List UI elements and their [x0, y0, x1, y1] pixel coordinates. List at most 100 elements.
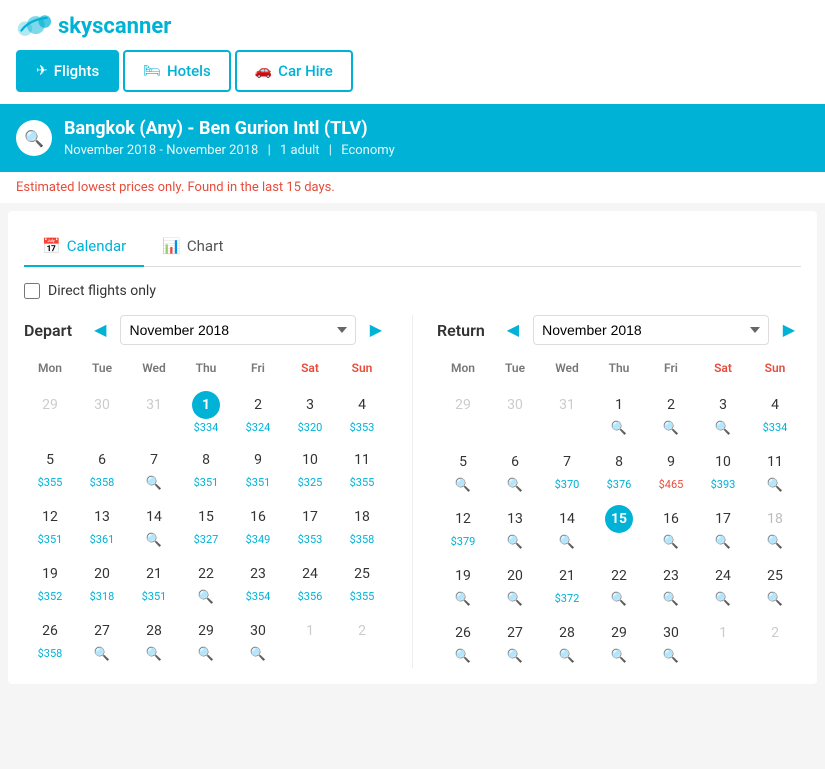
list-item[interactable]: 22🔍: [593, 554, 645, 611]
search-icon[interactable]: 🔍: [455, 592, 471, 607]
return-th-wed: Wed: [541, 357, 593, 383]
list-item[interactable]: 26🔍: [437, 611, 489, 668]
depart-prev-button[interactable]: ◀: [88, 318, 112, 342]
list-item[interactable]: 17🔍: [697, 497, 749, 554]
list-item[interactable]: 3🔍: [697, 383, 749, 440]
search-icon[interactable]: 🔍: [767, 478, 783, 493]
tab-flights[interactable]: ✈ Flights: [16, 50, 119, 92]
list-item[interactable]: 20🔍: [489, 554, 541, 611]
list-item[interactable]: 14 🔍: [541, 497, 593, 554]
day-number: 8: [605, 448, 633, 476]
list-item[interactable]: 14🔍: [128, 495, 180, 552]
view-tab-chart[interactable]: 📊 Chart: [144, 227, 241, 267]
list-item[interactable]: 7🔍: [128, 438, 180, 495]
search-icon[interactable]: 🔍: [198, 590, 214, 605]
depart-grid: Mon Tue Wed Thu Fri Sat Sun 2930311$3342…: [24, 357, 388, 666]
depart-th-sat: Sat: [284, 357, 336, 383]
view-tab-calendar[interactable]: 📅 Calendar: [24, 227, 144, 267]
day-price: $358: [350, 533, 375, 546]
list-item[interactable]: 1🔍: [593, 383, 645, 440]
search-icon[interactable]: 🔍: [611, 592, 627, 607]
search-icon[interactable]: 🔍: [198, 647, 214, 662]
list-item[interactable]: 27 🔍: [489, 611, 541, 668]
list-item[interactable]: 30🔍: [645, 611, 697, 668]
day-number: 23: [657, 562, 685, 590]
direct-flights-checkbox[interactable]: [24, 283, 40, 299]
search-travelers: 1: [280, 143, 287, 158]
search-icon[interactable]: 🔍: [611, 421, 627, 436]
list-item[interactable]: 23 🔍: [645, 554, 697, 611]
search-icon[interactable]: 🔍: [611, 649, 627, 664]
list-item[interactable]: 24🔍: [697, 554, 749, 611]
list-item: 5$355: [24, 438, 76, 495]
list-item[interactable]: 19🔍: [437, 554, 489, 611]
search-icon[interactable]: 🔍: [94, 647, 110, 662]
list-item: 8$376: [593, 440, 645, 497]
search-icon[interactable]: 🔍: [507, 649, 523, 664]
list-item[interactable]: 27🔍: [76, 609, 128, 666]
day-number: 13: [88, 503, 116, 531]
day-price: $356: [298, 590, 323, 603]
search-icon[interactable]: 🔍: [507, 535, 523, 550]
day-number: 7: [553, 448, 581, 476]
day-number: 4: [761, 391, 789, 419]
day-price: $351: [142, 590, 167, 603]
return-th-sat: Sat: [697, 357, 749, 383]
depart-next-button[interactable]: ▶: [364, 318, 388, 342]
search-icon[interactable]: 🔍: [663, 535, 679, 550]
search-icon[interactable]: 🔍: [715, 535, 731, 550]
return-month-select[interactable]: November 2018: [533, 315, 769, 345]
list-item[interactable]: 22🔍: [180, 552, 232, 609]
list-item: 3$320: [284, 383, 336, 438]
day-number: 24: [296, 560, 324, 588]
day-number: 10: [296, 446, 324, 474]
search-icon[interactable]: 🔍: [146, 476, 162, 491]
search-icon[interactable]: 🔍: [507, 478, 523, 493]
search-icon[interactable]: 🔍: [507, 592, 523, 607]
list-item[interactable]: 28🔍: [128, 609, 180, 666]
list-item[interactable]: 30🔍: [232, 609, 284, 666]
table-row: 2930311🔍2🔍3🔍4$334: [437, 383, 801, 440]
list-item[interactable]: 29🔍: [593, 611, 645, 668]
day-price: $370: [555, 478, 580, 491]
search-icon[interactable]: 🔍: [715, 592, 731, 607]
search-icon[interactable]: 🔍: [559, 535, 575, 550]
flights-icon: ✈: [36, 63, 48, 79]
list-item[interactable]: 6🔍: [489, 440, 541, 497]
list-item: 12$379: [437, 497, 489, 554]
list-item[interactable]: 13🔍: [489, 497, 541, 554]
search-bar[interactable]: 🔍 Bangkok (Any) - Ben Gurion Intl (TLV) …: [0, 104, 825, 172]
list-item[interactable]: 16🔍: [645, 497, 697, 554]
tab-hotels[interactable]: 🛏 Hotels: [123, 50, 231, 92]
search-icon[interactable]: 🔍: [250, 647, 266, 662]
day-price: $361: [90, 533, 115, 546]
search-icon[interactable]: 🔍: [146, 533, 162, 548]
depart-th-thu: Thu: [180, 357, 232, 383]
list-item[interactable]: 5🔍: [437, 440, 489, 497]
day-number: 14: [553, 505, 581, 533]
search-dates: November 2018 - November 2018: [64, 143, 258, 158]
list-item[interactable]: 2🔍: [645, 383, 697, 440]
logo: skyscanner: [16, 12, 809, 40]
search-icon[interactable]: 🔍: [146, 647, 162, 662]
search-icon[interactable]: 🔍: [559, 649, 575, 664]
list-item[interactable]: 11🔍: [749, 440, 801, 497]
search-icon[interactable]: 🔍: [455, 649, 471, 664]
list-item[interactable]: 29🔍: [180, 609, 232, 666]
depart-month-select[interactable]: November 2018: [120, 315, 355, 345]
list-item[interactable]: 28🔍: [541, 611, 593, 668]
day-number: 27: [501, 619, 529, 647]
list-item[interactable]: 25🔍: [749, 554, 801, 611]
notice-after: the last 15 days.: [237, 180, 335, 195]
day-number: 6: [501, 448, 529, 476]
search-icon[interactable]: 🔍: [663, 592, 679, 607]
return-next-button[interactable]: ▶: [777, 318, 801, 342]
return-prev-button[interactable]: ◀: [501, 318, 525, 342]
search-icon[interactable]: 🔍: [767, 592, 783, 607]
search-icon[interactable]: 🔍: [715, 421, 731, 436]
search-icon[interactable]: 🔍: [455, 478, 471, 493]
search-icon[interactable]: 🔍: [663, 421, 679, 436]
direct-flights-label: Direct flights only: [48, 283, 156, 299]
search-icon[interactable]: 🔍: [663, 649, 679, 664]
tab-carhire[interactable]: 🚗 Car Hire: [235, 50, 353, 92]
